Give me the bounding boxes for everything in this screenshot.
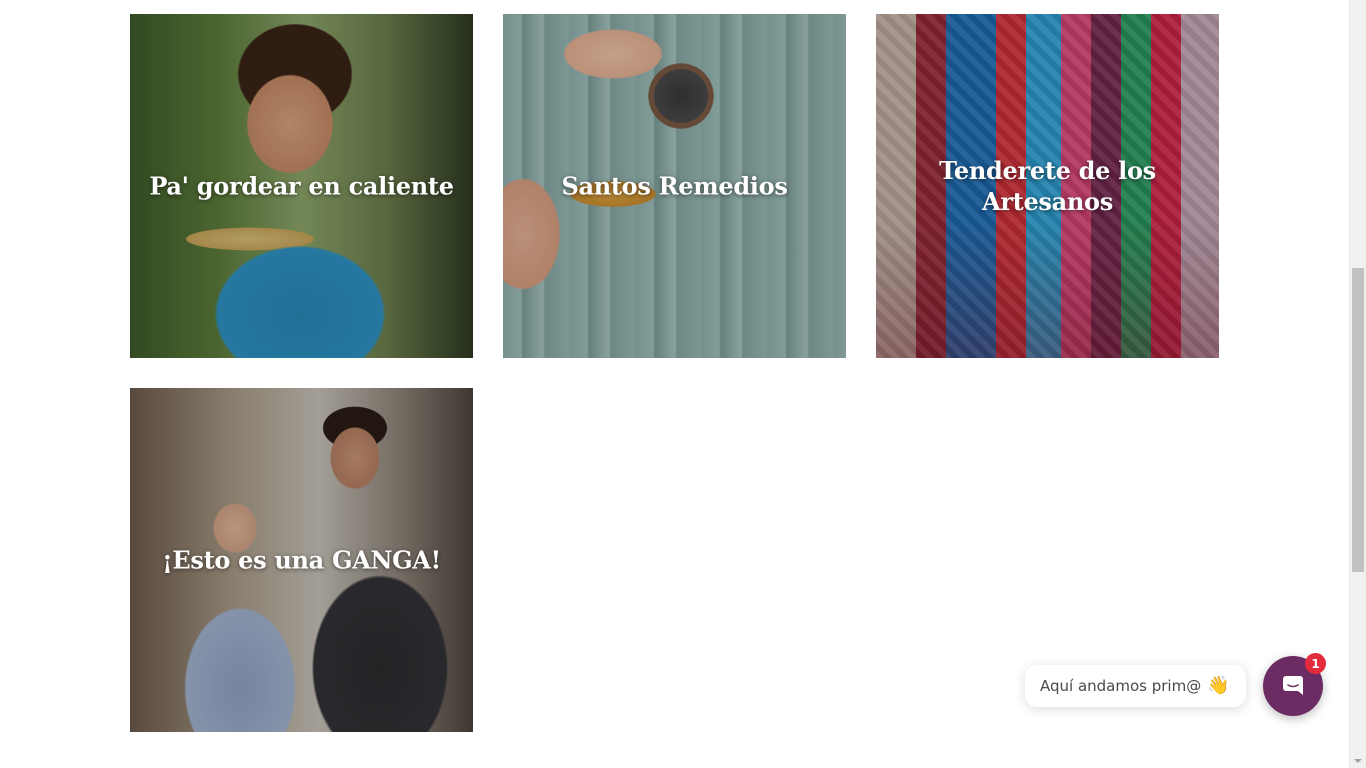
category-tile-gordear[interactable]: Pa' gordear en caliente: [130, 14, 473, 358]
category-tile-ganga[interactable]: ¡Esto es una GANGA!: [130, 388, 473, 732]
category-tile-artesanos[interactable]: Tenderete de los Artesanos: [876, 14, 1219, 358]
vertical-scrollbar[interactable]: [1349, 0, 1366, 768]
category-title: Santos Remedios: [561, 171, 788, 201]
chat-greeting-text: Aquí andamos prim@: [1040, 677, 1202, 695]
category-title: Tenderete de los Artesanos: [939, 156, 1156, 216]
category-title: Pa' gordear en caliente: [149, 171, 454, 201]
scrollbar-thumb[interactable]: [1352, 268, 1364, 572]
category-title: ¡Esto es una GANGA!: [162, 545, 441, 575]
waving-hand-icon: 👋: [1207, 675, 1230, 696]
category-tile-santos-remedios[interactable]: Santos Remedios: [503, 14, 846, 358]
chat-greeting-bubble[interactable]: Aquí andamos prim@ 👋: [1025, 665, 1246, 707]
scroll-down-arrow-icon[interactable]: [1354, 759, 1362, 763]
page: Pa' gordear en caliente Santos Remedios …: [0, 0, 1349, 768]
unread-badge: 1: [1305, 653, 1326, 674]
chat-bubble-icon: [1283, 676, 1303, 695]
